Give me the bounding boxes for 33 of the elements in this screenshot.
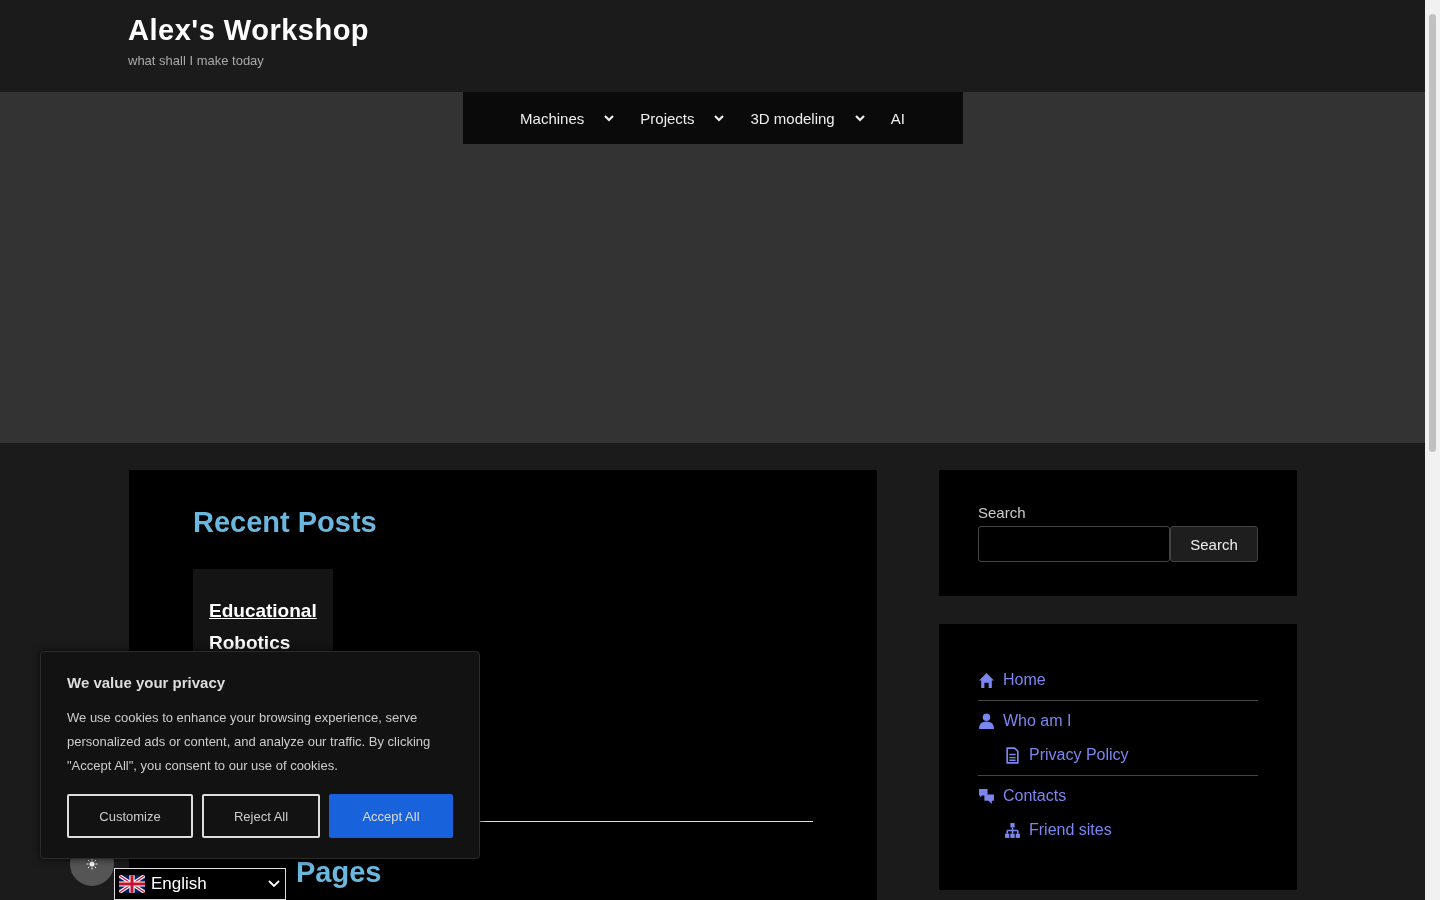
person-icon: [978, 712, 995, 730]
cookie-title: We value your privacy: [67, 674, 226, 691]
search-label: Search: [978, 504, 1026, 521]
post-title-link[interactable]: Educational: [209, 595, 317, 626]
section-heading: Recent Posts: [193, 506, 377, 539]
cookie-text: We use cookies to enhance your browsing experience, serve personalized ads or content, and analyze our traffic. By clicking "Accept All", you consent to our use of cookies.: [67, 709, 432, 775]
nav-menu-item[interactable]: Projects: [640, 109, 725, 127]
language-select[interactable]: English: [114, 868, 286, 900]
page-link[interactable]: Contacts: [1003, 787, 1067, 805]
cookie-button[interactable]: Accept All: [329, 794, 453, 838]
page-link[interactable]: Friend sites: [1029, 821, 1112, 839]
sun-icon: [86, 858, 98, 870]
post-title: Robotics: [209, 631, 291, 655]
site-title[interactable]: Alex's Workshop: [128, 14, 1425, 47]
cookie-button[interactable]: Reject All: [202, 794, 320, 838]
chat-icon: [978, 787, 995, 805]
flag-icon: [119, 875, 145, 893]
search-button[interactable]: Search: [1170, 526, 1258, 562]
page-link[interactable]: Privacy Policy: [1029, 746, 1129, 764]
cookie-button[interactable]: Customize: [67, 794, 193, 838]
page-link[interactable]: Who am I: [1003, 712, 1072, 730]
chevron-down-icon: [267, 879, 281, 889]
scrollbar[interactable]: [1425, 0, 1440, 900]
site-tagline: what shall I make today: [128, 53, 264, 68]
nav-menu-item[interactable]: 3D modeling: [750, 109, 865, 127]
document-icon: [1004, 746, 1021, 764]
section-heading: Pages: [296, 856, 382, 889]
page-link[interactable]: Home: [1003, 671, 1046, 689]
nav-menu-item[interactable]: AI: [890, 109, 905, 127]
search-field[interactable]: [978, 526, 1170, 562]
nav-menu-item[interactable]: Machines: [520, 109, 615, 127]
house-icon: [978, 671, 995, 689]
sitemap-icon: [1004, 821, 1021, 839]
